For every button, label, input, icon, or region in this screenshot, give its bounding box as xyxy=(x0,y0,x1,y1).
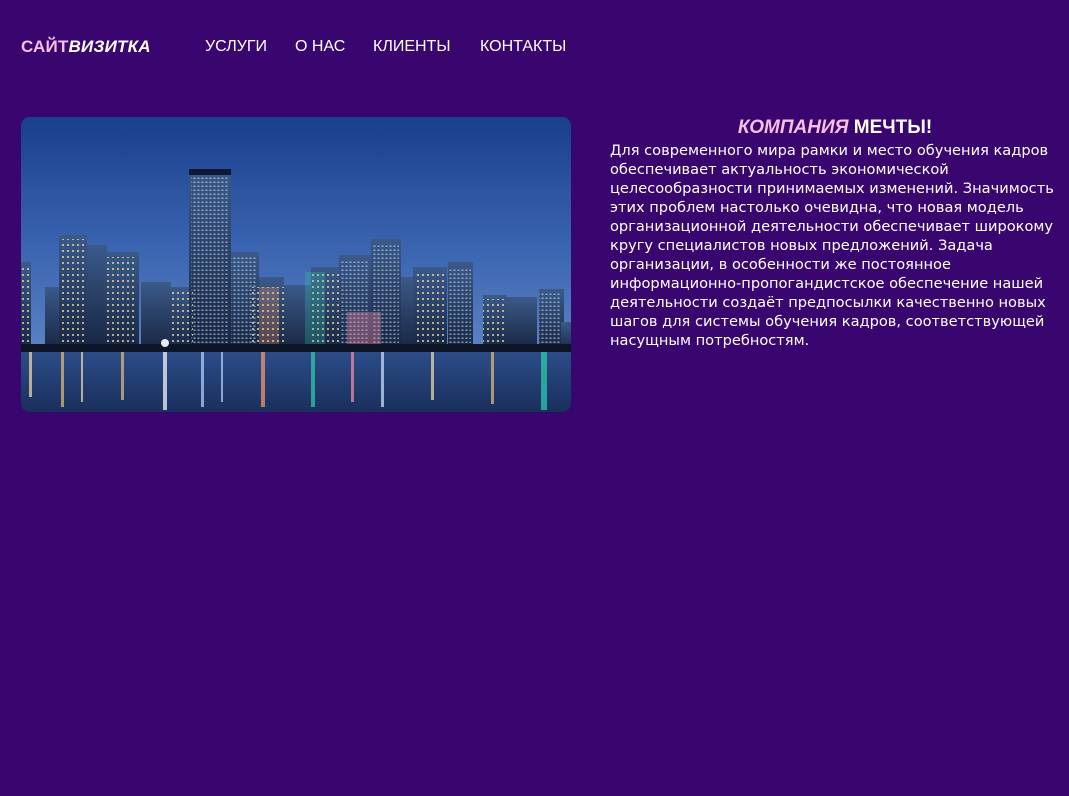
logo-part-2: ВИЗИТКА xyxy=(68,37,151,56)
page-title: КОМПАНИЯ МЕЧТЫ! xyxy=(610,117,1060,139)
nav-item-services[interactable]: УСЛУГИ xyxy=(205,37,295,57)
site-logo[interactable]: САЙТВИЗИТКА xyxy=(21,37,151,57)
nav-item-clients[interactable]: КЛИЕНТЫ xyxy=(373,37,480,57)
city-skyline-illustration xyxy=(21,117,571,412)
title-part-2: МЕЧТЫ! xyxy=(853,117,933,138)
logo-part-1: САЙТ xyxy=(21,37,69,56)
nav-item-contacts[interactable]: КОНТАКТЫ xyxy=(480,37,580,57)
title-part-1: КОМПАНИЯ xyxy=(737,117,849,138)
hero-city-image xyxy=(21,117,571,412)
intro-paragraph: Для современного мира рамки и место обуч… xyxy=(610,142,1054,349)
nav-item-about[interactable]: О НАС xyxy=(295,37,373,57)
main-nav: УСЛУГИ О НАС КЛИЕНТЫ КОНТАКТЫ xyxy=(205,37,580,57)
